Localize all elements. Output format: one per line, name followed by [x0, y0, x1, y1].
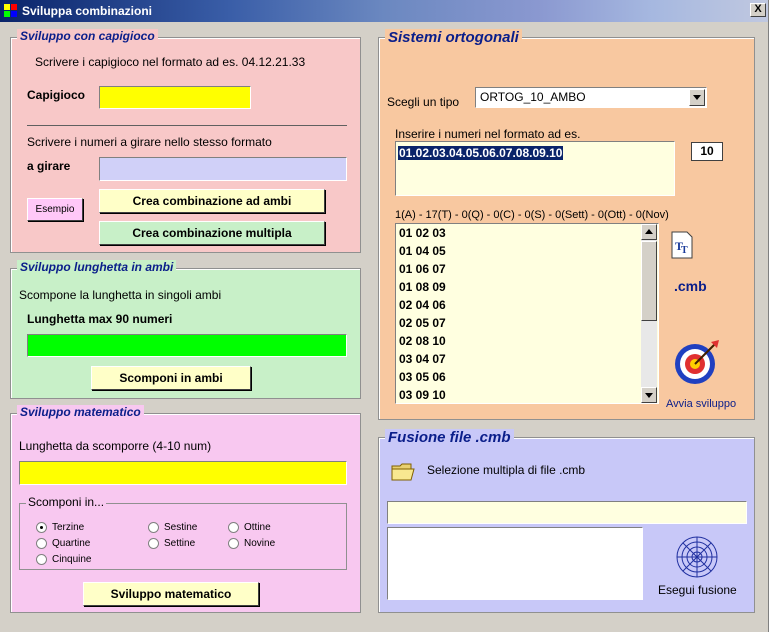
fusione-legend: Fusione file .cmb [385, 429, 514, 446]
folder-icon[interactable] [391, 461, 415, 481]
ortogonali-legend: Sistemi ortogonali [385, 29, 522, 46]
lunghetta-panel: Sviluppo lunghetta in ambi Scompone la l… [10, 260, 361, 399]
combination-item[interactable]: 01 02 03 [396, 224, 642, 242]
tipo-select-value: ORTOG_10_AMBO [480, 90, 586, 104]
scroll-up-button[interactable] [641, 224, 657, 240]
lunghetta-legend: Sviluppo lunghetta in ambi [17, 260, 177, 274]
scomponi-group-label: Scomponi in... [26, 495, 107, 509]
ortogonali-panel: Sistemi ortogonali Scegli un tipo ORTOG_… [378, 29, 755, 420]
radio-ottine-button[interactable] [228, 522, 239, 533]
avvia-sviluppo-label[interactable]: Avvia sviluppo [666, 398, 736, 410]
girare-input[interactable] [99, 157, 347, 181]
tipo-label: Scegli un tipo [387, 95, 460, 109]
cmb-label: .cmb [674, 278, 707, 294]
combinations-list[interactable]: 01 02 03 01 04 05 01 06 07 01 08 09 02 04 06… [395, 223, 659, 404]
combination-item[interactable]: 01 04 05 [396, 242, 642, 260]
lunghetta-description: Scompone la lunghetta in singoli ambi [19, 288, 222, 302]
radio-cinquine[interactable]: Cinquine [36, 553, 116, 567]
radio-settine-button[interactable] [148, 538, 159, 549]
radio-cinquine-button[interactable] [36, 554, 47, 565]
capigioco-instructions: Scrivere i capigioco nel formato ad es. … [35, 55, 306, 69]
radio-terzine-button[interactable] [36, 522, 47, 533]
girare-label: a girare [27, 159, 71, 173]
lunghetta-input[interactable] [27, 334, 347, 357]
combinations-summary: 1(A) - 17(T) - 0(Q) - 0(C) - 0(S) - 0(Se… [395, 209, 669, 221]
capigioco-panel: Sviluppo con capigioco Scrivere i capigi… [10, 29, 361, 253]
radio-novine[interactable]: Novine [228, 537, 308, 551]
capigioco-input[interactable] [99, 86, 251, 109]
target-icon[interactable] [673, 338, 721, 386]
esegui-fusione-label[interactable]: Esegui fusione [658, 583, 737, 597]
radio-quartine-label: Quartine [52, 538, 91, 549]
list-scrollbar[interactable] [641, 224, 657, 403]
matematico-label: Lunghetta da scomporre (4-10 num) [19, 439, 212, 453]
close-button[interactable]: X [750, 3, 766, 17]
radio-quartine[interactable]: Quartine [36, 537, 116, 551]
capigioco-divider [27, 125, 347, 126]
scomponi-ambi-button[interactable]: Scomponi in ambi [91, 366, 251, 390]
combination-item[interactable]: 02 08 10 [396, 332, 642, 350]
selezione-label: Selezione multipla di file .cmb [427, 463, 586, 477]
radio-ottine[interactable]: Ottine [228, 521, 308, 535]
scomponi-group: Scomponi in... Terzine Quartine Cinquine… [19, 495, 347, 570]
radio-novine-label: Novine [244, 538, 276, 549]
close-icon: X [754, 3, 762, 15]
scroll-down-button[interactable] [641, 387, 657, 403]
combination-item[interactable]: 03 05 06 [396, 368, 642, 386]
combination-item[interactable]: 03 04 07 [396, 350, 642, 368]
combination-item[interactable]: 03 09 10 [396, 386, 642, 403]
radio-novine-button[interactable] [228, 538, 239, 549]
esempio-button[interactable]: Esempio [27, 198, 83, 221]
numbers-value: 01.02.03.04.05.06.07.08.09.10 [398, 146, 564, 160]
matematico-legend: Sviluppo matematico [17, 405, 144, 419]
radio-terzine[interactable]: Terzine [36, 521, 116, 535]
crea-ambi-button[interactable]: Crea combinazione ad ambi [99, 189, 325, 213]
matematico-panel: Sviluppo matematico Lunghetta da scompor… [10, 405, 361, 613]
app-icon [4, 4, 17, 17]
radio-terzine-label: Terzine [52, 522, 85, 533]
radio-sestine-label: Sestine [164, 522, 198, 533]
fusion-icon[interactable] [673, 533, 721, 581]
crea-multipla-button[interactable]: Crea combinazione multipla [99, 221, 325, 245]
capigioco-legend: Sviluppo con capigioco [17, 29, 158, 43]
combination-item[interactable]: 02 04 06 [396, 296, 642, 314]
title-bar: Sviluppa combinazioni X [0, 0, 768, 22]
window-title: Sviluppa combinazioni [22, 4, 153, 18]
capigioco-label: Capigioco [27, 88, 86, 102]
cmb-file-icon[interactable]: T T [669, 231, 695, 259]
lunghetta-max-label: Lunghetta max 90 numeri [27, 312, 173, 326]
combination-item[interactable]: 02 05 07 [396, 314, 642, 332]
input-label: Inserire i numeri nel formato ad es. [395, 127, 581, 141]
radio-sestine[interactable]: Sestine [148, 521, 228, 535]
radio-quartine-button[interactable] [36, 538, 47, 549]
radio-sestine-button[interactable] [148, 522, 159, 533]
fusione-path-input[interactable] [387, 501, 747, 524]
radio-settine[interactable]: Settine [148, 537, 228, 551]
count-box: 10 [691, 142, 723, 161]
scroll-thumb[interactable] [641, 241, 657, 321]
radio-ottine-label: Ottine [244, 522, 271, 533]
fusione-file-list[interactable] [387, 527, 643, 600]
sviluppo-matematico-button[interactable]: Sviluppo matematico [83, 582, 259, 606]
radio-settine-label: Settine [164, 538, 196, 549]
svg-text:T: T [681, 245, 688, 256]
combination-item[interactable]: 01 08 09 [396, 278, 642, 296]
radio-cinquine-label: Cinquine [52, 554, 92, 565]
window-edge [768, 0, 776, 632]
chevron-down-icon[interactable] [689, 89, 705, 106]
numbers-textarea[interactable]: 01.02.03.04.05.06.07.08.09.10 [395, 141, 675, 196]
fusione-panel: Fusione file .cmb Selezione multipla di … [378, 429, 755, 613]
combination-item[interactable]: 01 06 07 [396, 260, 642, 278]
girare-instructions: Scrivere i numeri a girare nello stesso … [27, 135, 272, 149]
matematico-input[interactable] [19, 461, 347, 485]
tipo-select[interactable]: ORTOG_10_AMBO [475, 87, 707, 108]
